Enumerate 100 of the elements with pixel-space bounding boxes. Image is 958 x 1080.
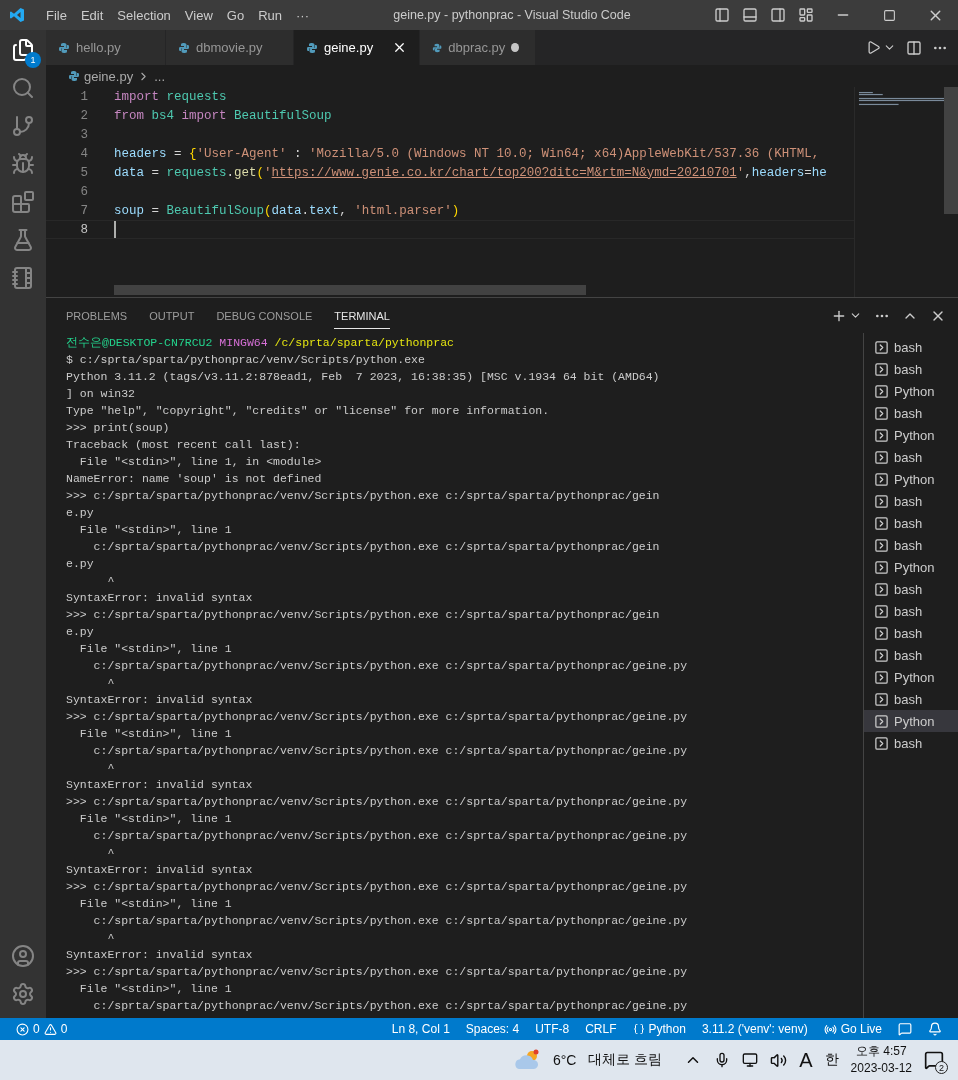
menu-item[interactable]: File [39, 7, 74, 23]
terminal-line: >>> c:/sprta/sparta/pythonprac/venv/Scripts/python.exe c:/sprta/sparta/pythonprac/gein [66, 607, 661, 623]
status-item[interactable]: CRLF [579, 1022, 623, 1036]
source-control-icon[interactable] [11, 114, 35, 138]
terminal-icon [874, 691, 889, 707]
terminal-icon [874, 471, 889, 487]
terminal-list-item[interactable]: bash [864, 644, 958, 666]
run-icon[interactable] [866, 40, 881, 55]
line-number: 4 [79, 146, 88, 161]
braces-icon [632, 1023, 645, 1035]
terminal-list-item[interactable]: bash [864, 336, 958, 358]
terminal-icon [874, 405, 889, 421]
terminal-line: SyntaxError: invalid syntax [66, 692, 254, 708]
extensions-icon[interactable] [11, 190, 35, 214]
terminal-list-item[interactable]: bash [864, 446, 958, 468]
terminal-icon [874, 361, 889, 377]
ime-indicator[interactable]: 한 [824, 1051, 839, 1069]
terminal-list-item[interactable]: bash [864, 490, 958, 512]
keyboard-indicator[interactable]: A [799, 1048, 813, 1072]
language-mode[interactable]: Python [648, 1022, 686, 1036]
status-item[interactable]: Ln 8, Col 1 [385, 1022, 456, 1036]
account-icon[interactable] [11, 944, 35, 968]
status-item[interactable]: UTF-8 [529, 1022, 576, 1036]
volume-icon[interactable] [770, 1051, 788, 1069]
terminal-line: ] on win32 [66, 386, 136, 402]
terminal-name: Python [894, 713, 935, 729]
error-icon [16, 1022, 29, 1036]
menu-item[interactable]: Edit [73, 7, 111, 23]
line-number: 1 [79, 89, 88, 104]
panel-tab[interactable]: PROBLEMS [66, 302, 128, 329]
python-file-icon [306, 41, 318, 54]
terminal-line: >>> c:/sprta/sparta/pythonprac/venv/Scripts/python.exe c:/sprta/sparta/pythonprac/geine.py [66, 794, 689, 810]
editor-tab[interactable]: hello.py [46, 30, 166, 65]
status-item[interactable]: Spaces: 4 [459, 1022, 526, 1036]
breadcrumb-item[interactable]: geine.py [84, 68, 134, 84]
terminal-line: e.py [66, 505, 95, 521]
terminal-line: $ c:/sprta/sparta/pythonprac/venv/Scripts/python.exe [66, 352, 426, 368]
settings-icon[interactable] [11, 982, 35, 1006]
terminal-icon [874, 669, 889, 685]
terminal-name: Python [894, 471, 935, 487]
terminal-icon [874, 383, 889, 399]
menu-item[interactable]: Selection [110, 7, 178, 23]
weather-text: 대체로 흐림 [588, 1051, 663, 1069]
terminal-list-item[interactable]: Python [864, 556, 958, 578]
menu-item[interactable]: Run [251, 7, 289, 23]
terminal-icon [874, 515, 889, 531]
terminal-icon [874, 559, 889, 575]
flask-icon[interactable] [11, 228, 35, 252]
terminal-list-item[interactable]: Python [864, 666, 958, 688]
terminal-line: c:/sprta/sparta/pythonprac/venv/Scripts/python.exe c:/sprta/sparta/pythonprac/geine.py [92, 658, 689, 674]
terminal-list-item[interactable]: bash [864, 732, 958, 754]
menu-item[interactable]: Go [219, 7, 252, 23]
terminal-list-item[interactable]: bash [864, 622, 958, 644]
go-live-button[interactable]: Go Live [840, 1022, 882, 1036]
terminal-list-item[interactable]: Python [864, 468, 958, 490]
terminal-icon [874, 713, 889, 729]
terminal-line: c:/sprta/sparta/pythonprac/venv/Scripts/python.exe c:/sprta/sparta/pythonprac/gein [92, 539, 661, 555]
terminal-icon [874, 603, 889, 619]
terminal-line: File "<stdin>", line 1 [78, 981, 233, 997]
menu-item[interactable]: ··· [289, 7, 316, 23]
terminal-line: File "<stdin>", line 1 [78, 726, 233, 742]
code-line: data = requests.get('https://www.genie.co.kr/chart/top200?ditc=M&rtm=N&ymd=20210701',headers=he [114, 165, 827, 180]
terminal-list-item[interactable]: bash [864, 534, 958, 556]
menu-item[interactable]: View [177, 7, 220, 23]
terminal-line: Python 3.11.2 (tags/v3.11.2:878ead1, Feb 7 2023, 16:38:35) [MSC v.1934 64 bit (AMD64) [66, 369, 661, 385]
panel-tab[interactable]: OUTPUT [149, 302, 195, 329]
editor-tab[interactable]: dbprac.py [420, 30, 536, 65]
split-editor-icon[interactable] [906, 39, 922, 56]
terminal-list-item[interactable]: bash [864, 688, 958, 710]
terminal-list-item[interactable]: bash [864, 402, 958, 424]
window-title: geine.py - pythonprac - Visual Studio Code [392, 8, 632, 22]
python-file-icon [432, 41, 443, 54]
breadcrumb-item[interactable]: ... [154, 68, 165, 84]
notebook-icon[interactable] [11, 266, 35, 290]
search-icon[interactable] [11, 76, 35, 100]
run-debug-icon[interactable] [11, 152, 35, 176]
editor-tab[interactable]: dbmovie.py [166, 30, 294, 65]
editor-tab[interactable]: geine.py [294, 30, 420, 65]
terminal-list-item[interactable]: bash [864, 358, 958, 380]
terminal-list-item[interactable]: Python [864, 710, 958, 732]
problems-status[interactable]: 0 0 [10, 1022, 74, 1036]
terminal-list-item[interactable]: bash [864, 512, 958, 534]
line-number: 6 [79, 184, 88, 199]
terminal-list-item[interactable]: Python [864, 424, 958, 446]
notification-count: 2 [935, 1061, 948, 1074]
terminal-list-item[interactable]: bash [864, 578, 958, 600]
explorer-icon[interactable] [11, 38, 35, 62]
terminal-line: File "<stdin>", line 1 [78, 811, 233, 827]
terminal-line: ^ [106, 930, 116, 946]
interpreter-status[interactable]: 3.11.2 ('venv': venv) [695, 1022, 814, 1036]
terminal-list-item[interactable]: Python [864, 380, 958, 402]
code-line: soup = BeautifulSoup(data.text, 'html.parser') [114, 203, 460, 218]
network-icon[interactable] [742, 1052, 759, 1068]
terminal-line: >>> c:/sprta/sparta/pythonprac/venv/Scripts/python.exe c:/sprta/sparta/pythonprac/geine.py [66, 879, 689, 895]
panel-tab[interactable]: DEBUG CONSOLE [216, 302, 313, 329]
terminal-line: ^ [106, 675, 116, 691]
terminal-list-item[interactable]: bash [864, 600, 958, 622]
clock[interactable]: 오후 4:57 2023-03-12 [850, 1043, 912, 1077]
panel-tab[interactable]: TERMINAL [334, 302, 390, 329]
close-icon[interactable] [392, 40, 407, 55]
